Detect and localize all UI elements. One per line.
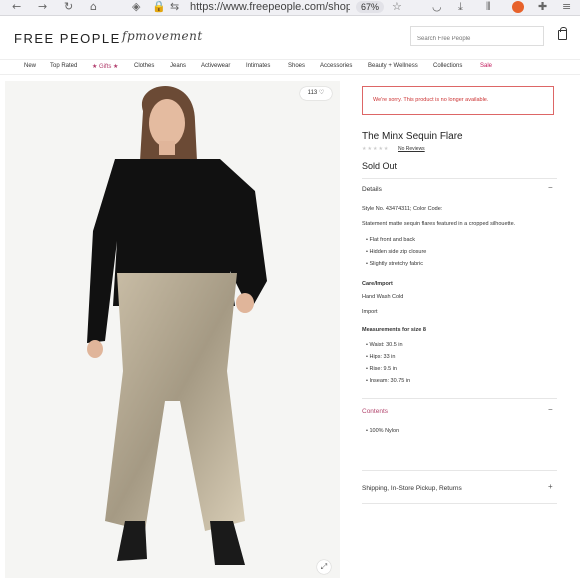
bookmark-star-icon[interactable]: ☆ <box>392 0 402 14</box>
reload-icon[interactable]: ↻ <box>64 0 73 14</box>
home-icon[interactable]: ⌂ <box>90 0 97 14</box>
care-line: Import <box>362 309 378 315</box>
product-description: Statement matte sequin flares featured i… <box>362 221 516 227</box>
collapse-details-icon[interactable]: − <box>548 183 553 192</box>
unavailable-alert: We're sorry. This product is no longer a… <box>362 86 554 115</box>
lock-icon[interactable]: 🔒 <box>152 0 166 14</box>
extensions-puzzle-icon[interactable]: ✚ <box>538 0 547 14</box>
model-illustration <box>5 81 340 578</box>
zoom-level[interactable]: 67% <box>356 1 385 13</box>
sold-out-status: Sold Out <box>362 161 398 171</box>
care-line: Hand Wash Cold <box>362 294 404 300</box>
nav-item-accessories[interactable]: Accessories <box>320 63 352 69</box>
expand-shipping-icon[interactable]: + <box>548 482 553 491</box>
details-heading[interactable]: Details <box>362 186 382 193</box>
nav-item-shoes[interactable]: Shoes <box>288 63 305 69</box>
search-box <box>410 26 544 48</box>
measurement-item: • Waist: 30.5 in <box>366 342 403 348</box>
shopping-bag-icon[interactable] <box>558 27 567 40</box>
nav-item-top-rated[interactable]: Top Rated <box>50 63 77 69</box>
contents-item: • 100% Nylon <box>366 428 400 434</box>
permissions-icon[interactable]: ⇆ <box>170 0 179 14</box>
measurement-item: • Inseam: 30.75 in <box>366 378 411 384</box>
divider <box>362 398 557 399</box>
nav-item-beauty-wellness[interactable]: Beauty + Wellness <box>368 63 418 69</box>
shipping-heading[interactable]: Shipping, In-Store Pickup, Returns <box>362 485 462 492</box>
divider <box>362 178 557 179</box>
nav-item-activewear[interactable]: Activewear <box>201 63 230 69</box>
nav-item-intimates[interactable]: Intimates <box>246 63 270 69</box>
divider <box>362 503 557 504</box>
measurement-item: • Rise: 9.5 in <box>366 366 397 372</box>
nav-item-sale[interactable]: Sale <box>480 63 492 69</box>
divider <box>362 470 557 471</box>
nav-item-collections[interactable]: Collections <box>433 63 462 69</box>
shield-icon[interactable]: ◈ <box>132 0 140 14</box>
reviews-link[interactable]: No Reviews <box>398 146 425 152</box>
pocket-icon[interactable]: ◡ <box>432 0 442 14</box>
nav-item-clothes[interactable]: Clothes <box>134 63 154 69</box>
feature-item: • Slightly stretchy fabric <box>366 261 423 267</box>
feature-item: • Flat front and back <box>366 237 416 243</box>
library-icon[interactable]: ⫴ <box>486 0 491 14</box>
product-title: The Minx Sequin Flare <box>362 131 463 142</box>
search-input[interactable] <box>411 30 543 48</box>
style-number: Style No. 43474311; Color Code: <box>362 206 443 212</box>
measurement-item: • Hips: 33 in <box>366 354 396 360</box>
rating-stars: ★★★★★ <box>362 146 390 152</box>
back-arrow-icon[interactable]: ← <box>12 0 21 14</box>
heart-icon: ♡ <box>318 90 325 96</box>
nav-item-jeans[interactable]: Jeans <box>170 63 186 69</box>
alert-message: We're sorry. This product is no longer a… <box>373 97 489 103</box>
forward-arrow-icon[interactable]: → <box>38 0 47 14</box>
browser-toolbar: ← → ↻ ⌂ ◈ 🔒 ⇆ https://www.freepeople.com… <box>0 0 580 16</box>
site-header: FREE PEOPLE fpmovement <box>0 17 580 57</box>
likes-count: 113 <box>307 90 318 96</box>
expand-icon[interactable]: ⤢ <box>317 560 331 574</box>
extension-icon[interactable] <box>512 1 524 13</box>
likes-badge[interactable]: 113 ♡ <box>300 87 332 100</box>
care-heading: Care/Import <box>362 281 393 287</box>
collapse-contents-icon[interactable]: − <box>548 405 553 414</box>
fp-movement-logo[interactable]: fpmovement <box>122 29 203 43</box>
free-people-logo[interactable]: FREE PEOPLE <box>14 31 121 46</box>
menu-icon[interactable]: ≡ <box>562 0 571 14</box>
measurements-heading: Measurements for size 8 <box>362 327 426 333</box>
nav-item-new[interactable]: New <box>24 63 36 69</box>
main-nav: New Top Rated ★ Gifts ★ Clothes Jeans Ac… <box>0 59 580 75</box>
address-bar[interactable]: https://www.freepeople.com/shop <box>190 0 350 14</box>
nav-item-gifts[interactable]: ★ Gifts ★ <box>92 63 118 70</box>
feature-item: • Hidden side zip closure <box>366 249 427 255</box>
download-icon[interactable]: ⤓ <box>458 0 463 14</box>
contents-heading[interactable]: Contents <box>362 408 388 415</box>
product-image[interactable] <box>5 81 340 578</box>
